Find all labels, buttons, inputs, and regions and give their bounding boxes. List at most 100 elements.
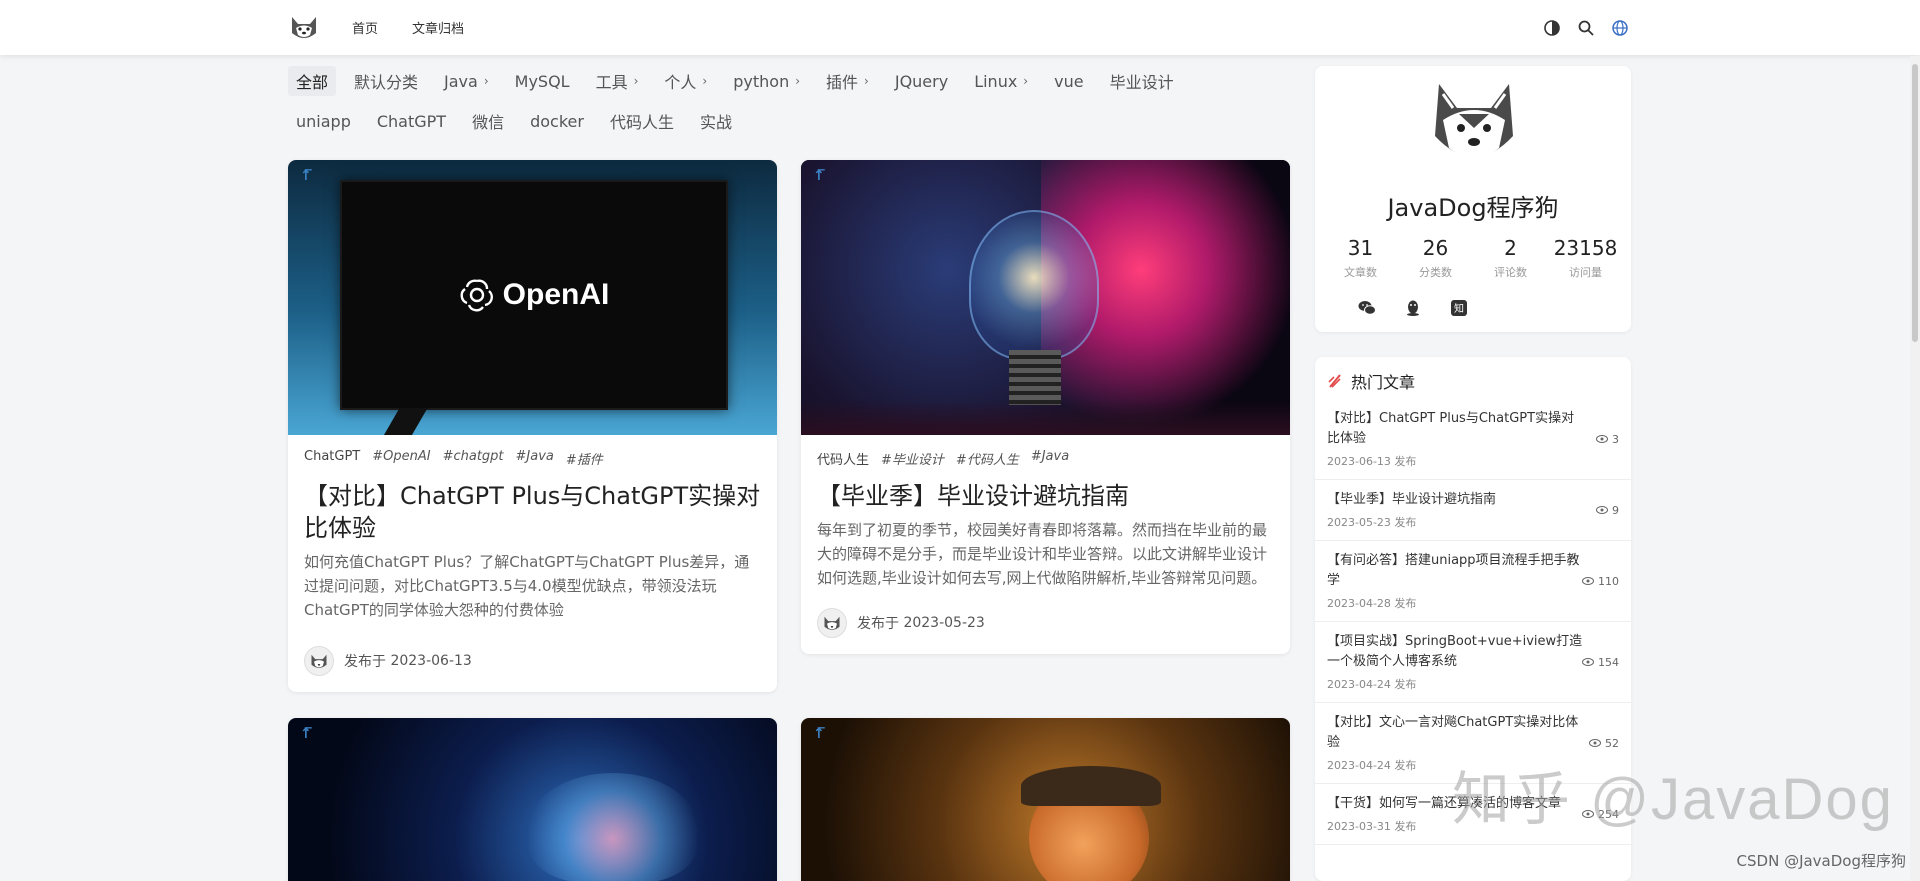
profile-stats: 31 文章数 26 分类数 2 评论数 23158 访问量 xyxy=(1323,236,1623,280)
category-row-1: 全部 默认分类 Java › MySQL 工具 › 个人 › python › 插件 › JQuery Li… xyxy=(288,66,1288,96)
eye-icon xyxy=(1582,658,1594,666)
site-logo-icon[interactable] xyxy=(288,11,320,43)
post-tag-link[interactable]: #插件 xyxy=(566,449,603,468)
hot-article-item[interactable]: 【项目实战】SpringBoot+vue+iview打造一个极简个人博客系统 20… xyxy=(1315,622,1631,703)
category-filter-item[interactable]: vue xyxy=(1046,69,1091,94)
category-filter-item[interactable]: MySQL xyxy=(507,69,578,94)
post-excerpt: 每年到了初夏的季节，校园美好青春即将落幕。然而挡在毕业前的最大的障碍不是分手，而… xyxy=(817,521,1268,587)
category-filter-item[interactable]: JQuery xyxy=(887,69,956,94)
post-title-link[interactable]: 【毕业季】毕业设计避坑指南 xyxy=(817,480,1274,512)
hot-article-item[interactable]: 【毕业季】毕业设计避坑指南 2023-05-23 发布 9 xyxy=(1315,480,1631,541)
post-tag-link[interactable]: #Java xyxy=(1031,449,1069,468)
post-category-link[interactable]: ChatGPT xyxy=(304,449,360,468)
stat-comments[interactable]: 2 评论数 xyxy=(1473,236,1548,280)
author-avatar[interactable] xyxy=(817,608,847,638)
category-label: 毕业设计 xyxy=(1109,73,1174,92)
post-cover-image[interactable]: ↑̅ xyxy=(288,718,777,881)
category-filter-item[interactable]: 插件 › xyxy=(818,66,877,96)
category-filter-item[interactable]: 个人 › xyxy=(656,66,715,96)
chevron-right-icon[interactable]: › xyxy=(795,74,800,88)
hot-article-date: 2023-04-24 发布 xyxy=(1327,678,1417,691)
category-filter-item[interactable]: 毕业设计 xyxy=(1102,66,1182,96)
eye-icon xyxy=(1589,739,1601,747)
post-category-link[interactable]: 代码人生 xyxy=(817,449,869,468)
post-date-prefix: 发布于 xyxy=(344,654,386,670)
hot-article-item[interactable]: 【有问必答】搭建uniapp项目流程手把手教学 2023-04-28 发布 110 xyxy=(1315,541,1631,622)
chevron-right-icon[interactable]: › xyxy=(1023,74,1028,88)
category-label: uniapp xyxy=(296,111,351,131)
category-label: 默认分类 xyxy=(354,73,419,92)
stat-visits[interactable]: 23158 访问量 xyxy=(1548,236,1623,280)
hot-article-title[interactable]: 【项目实战】SpringBoot+vue+iview打造一个极简个人博客系统 xyxy=(1327,632,1587,672)
category-filter-item[interactable]: Linux › xyxy=(966,69,1036,94)
category-label: ChatGPT xyxy=(376,111,447,131)
post-card[interactable]: ↑̅ xyxy=(801,718,1290,881)
hot-article-title[interactable]: 【有问必答】搭建uniapp项目流程手把手教学 xyxy=(1327,551,1587,591)
eye-icon xyxy=(1596,506,1608,514)
category-filter-item[interactable]: docker xyxy=(522,109,592,134)
category-filter-item[interactable]: Java › xyxy=(436,69,497,94)
hot-article-item[interactable]: 【对比】ChatGPT Plus与ChatGPT实操对比体验 2023-06-13… xyxy=(1315,399,1631,480)
hot-article-views: 3 xyxy=(1596,399,1619,479)
category-filter-item[interactable]: ChatGPT xyxy=(369,109,454,134)
hot-article-views: 154 xyxy=(1582,622,1619,702)
theme-toggle-icon[interactable] xyxy=(1542,18,1562,38)
wechat-icon[interactable] xyxy=(1357,298,1377,318)
hot-article-view-count: 110 xyxy=(1598,574,1619,588)
zhihu-icon[interactable]: 知 xyxy=(1449,298,1469,318)
search-icon[interactable] xyxy=(1576,18,1596,38)
hot-article-title[interactable]: 【毕业季】毕业设计避坑指南 xyxy=(1327,490,1587,510)
hot-article-title[interactable]: 【对比】ChatGPT Plus与ChatGPT实操对比体验 xyxy=(1327,409,1587,449)
post-date-prefix: 发布于 xyxy=(857,616,899,632)
category-filter-item[interactable]: 代码人生 xyxy=(602,106,682,136)
stat-posts[interactable]: 31 文章数 xyxy=(1323,236,1398,280)
pinned-icon: ↑̅ xyxy=(813,726,825,742)
qq-icon[interactable] xyxy=(1403,298,1423,318)
post-title-link[interactable]: 【对比】ChatGPT Plus与ChatGPT实操对比体验 xyxy=(304,480,761,544)
hot-article-date: 2023-06-13 发布 xyxy=(1327,455,1417,468)
nav-archive-link[interactable]: 文章归档 xyxy=(412,0,464,55)
eye-icon xyxy=(1582,577,1594,585)
post-footer: 发布于 2023-05-23 xyxy=(817,608,1274,638)
post-cover-image[interactable]: OpenAI ↑̅ xyxy=(288,160,777,435)
category-filter-item[interactable]: python › xyxy=(725,69,808,94)
category-label: MySQL xyxy=(514,71,570,91)
post-date: 2023-05-23 xyxy=(903,615,985,631)
profile-avatar[interactable] xyxy=(1429,78,1519,174)
chevron-right-icon[interactable]: › xyxy=(634,74,639,88)
category-filter-item[interactable]: 微信 xyxy=(464,106,512,136)
language-globe-icon[interactable] xyxy=(1610,18,1630,38)
category-filter-item[interactable]: 工具 › xyxy=(588,66,647,96)
social-links: 知 xyxy=(1357,298,1469,318)
post-tag-link[interactable]: #Java xyxy=(516,449,554,468)
eye-icon xyxy=(1596,435,1608,443)
post-tag-link[interactable]: #代码人生 xyxy=(956,449,1019,468)
post-cover-image[interactable]: ↑̅ xyxy=(801,718,1290,881)
hot-article-view-count: 154 xyxy=(1598,655,1619,669)
post-tag-link[interactable]: #OpenAI xyxy=(372,449,430,468)
nav-home-link[interactable]: 首页 xyxy=(352,0,378,55)
pinned-icon: ↑̅ xyxy=(813,168,825,184)
category-filter-item[interactable]: uniapp xyxy=(288,109,359,134)
category-filter-item[interactable]: 默认分类 xyxy=(346,66,426,96)
category-label: 代码人生 xyxy=(609,113,674,132)
chevron-right-icon[interactable]: › xyxy=(484,74,489,88)
page-scrollbar[interactable] xyxy=(1910,56,1920,881)
category-filter: 全部 默认分类 Java › MySQL 工具 › 个人 › python › 插件 › JQuery Li… xyxy=(288,66,1288,146)
scrollbar-thumb[interactable] xyxy=(1912,64,1918,342)
post-tag-link[interactable]: #chatgpt xyxy=(443,449,504,468)
post-card[interactable]: ↑̅ 代码人生 #毕业设计 #代码人生 #Java 【毕业季】毕业设计避坑指南 … xyxy=(801,160,1290,654)
post-card[interactable]: OpenAI ↑̅ ChatGPT #OpenAI #chatgpt #Java… xyxy=(288,160,777,692)
post-tag-link[interactable]: #毕业设计 xyxy=(881,449,944,468)
author-avatar[interactable] xyxy=(304,646,334,676)
category-filter-item[interactable]: 实战 xyxy=(692,106,740,136)
openai-logo-icon xyxy=(460,279,493,312)
post-card[interactable]: ↑̅ xyxy=(288,718,777,881)
chevron-right-icon[interactable]: › xyxy=(864,74,869,88)
post-cover-image[interactable]: ↑̅ xyxy=(801,160,1290,435)
hot-article-title[interactable]: 【对比】文心一言对飚ChatGPT实操对比体验 xyxy=(1327,713,1587,753)
chevron-right-icon[interactable]: › xyxy=(702,74,707,88)
hot-article-date: 2023-05-23 发布 xyxy=(1327,516,1417,529)
stat-categories[interactable]: 26 分类数 xyxy=(1398,236,1473,280)
category-filter-item[interactable]: 全部 xyxy=(288,66,337,96)
